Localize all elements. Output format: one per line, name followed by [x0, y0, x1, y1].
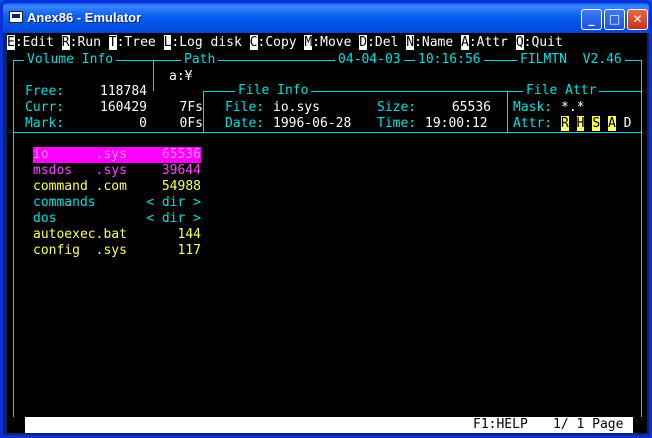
file-name: config .sys [33, 243, 127, 258]
emulator-window: Anex86 - Emulator _ □ ✕ E:Edit R:Run T:T… [0, 0, 652, 438]
panel-bottom-line [13, 132, 641, 133]
time-value: 19:00:12 [425, 116, 488, 131]
file-name: command .com [33, 179, 127, 194]
volume-info-title: Volume Info [24, 53, 117, 67]
status-bar: F1:HELP 1/ 1 Page [25, 417, 633, 433]
attr-flag-r[interactable]: R [561, 116, 569, 131]
menu-item-label[interactable]: :Run [70, 35, 109, 50]
file-row[interactable]: dos < dir > [33, 211, 201, 227]
mark-fs: 0Fs [179, 116, 203, 131]
menu-key-n[interactable]: N [406, 35, 415, 50]
menu-item-label[interactable]: :Del [367, 35, 406, 50]
help-hint: F1:HELP [473, 417, 528, 432]
menu-key-a[interactable]: A [461, 35, 469, 50]
minimize-button[interactable]: _ [581, 9, 602, 30]
file-name: autoexec.bat [33, 227, 127, 242]
list-left-line [13, 132, 14, 417]
file-attr-title: File Attr [523, 84, 600, 98]
file-row[interactable]: command .com 54988 [33, 179, 201, 195]
menu-key-c[interactable]: C [249, 35, 258, 50]
menu-key-d[interactable]: D [359, 35, 368, 50]
file-info-title: File Info [235, 84, 312, 98]
header-date: 04-04-03 [335, 53, 404, 67]
file-row[interactable]: autoexec.bat 144 [33, 227, 201, 243]
file-row[interactable]: config .sys 117 [33, 243, 201, 259]
size-label: Size: [377, 100, 417, 115]
date-value: 1996-06-28 [273, 116, 352, 131]
dos-screen[interactable]: E:Edit R:Run T:Tree L:Log disk C:Copy M:… [7, 33, 647, 433]
file-name: msdos .sys [33, 163, 127, 178]
path-divider [153, 60, 154, 91]
attr-flag-s[interactable]: S [592, 116, 601, 131]
file-size: < dir > [146, 195, 201, 210]
attr-flag-d[interactable]: D [624, 116, 632, 131]
window-title: Anex86 - Emulator [27, 10, 142, 25]
time-label: Time: [377, 116, 417, 131]
title-bar[interactable]: Anex86 - Emulator _ □ ✕ [3, 3, 649, 33]
maximize-button[interactable]: □ [604, 9, 625, 30]
curr-fs: 7Fs [179, 100, 203, 115]
info-divider-left [203, 91, 204, 132]
menu-item-label[interactable]: :Move [312, 35, 359, 50]
file-size: 39644 [161, 163, 201, 178]
menu-item-label[interactable]: :Log disk [171, 35, 249, 50]
info-divider-right [507, 91, 508, 132]
file-value: io.sys [273, 100, 320, 115]
app-version: FILMTN V2.46 [517, 53, 625, 67]
header-time: 10:16:56 [415, 53, 484, 67]
file-row[interactable]: commands < dir > [33, 195, 201, 211]
date-label: Date: [225, 116, 265, 131]
free-label: Free: [25, 84, 65, 99]
menu-item-label[interactable]: :Attr [469, 35, 516, 50]
file-name: dos [33, 211, 57, 226]
app-icon[interactable] [9, 11, 23, 23]
file-size: 65536 [161, 147, 201, 162]
mask-label: Mask: [513, 100, 553, 115]
curr-label: Curr: [25, 100, 65, 115]
menu-item-label[interactable]: :Tree [117, 35, 164, 50]
menu-key-q[interactable]: Q [515, 35, 524, 50]
menu-key-e[interactable]: E [7, 35, 15, 50]
file-size: 117 [177, 243, 201, 258]
attr-flags: R H S A D [561, 116, 631, 132]
attr-flag-a[interactable]: A [607, 116, 616, 131]
menu-key-r[interactable]: R [61, 35, 70, 50]
file-size: 54988 [161, 179, 201, 194]
file-row[interactable]: io .sys 65536 [33, 147, 201, 163]
left-frame-line [13, 60, 14, 132]
menu-item-label[interactable]: :Name [414, 35, 461, 50]
mask-value[interactable]: *.* [561, 100, 584, 116]
file-name: io .sys [33, 147, 127, 162]
menu-item-label[interactable]: :Copy [258, 35, 305, 50]
file-row[interactable]: msdos .sys 39644 [33, 163, 201, 179]
right-frame-line [641, 60, 642, 132]
page-indicator: 1/ 1 Page [553, 417, 624, 432]
menu-key-t[interactable]: T [108, 35, 117, 50]
mark-value: 0 [139, 116, 147, 131]
curr-value: 160429 [100, 100, 147, 115]
file-name: commands [33, 195, 96, 210]
menu-item-label[interactable]: :Quit [524, 35, 563, 50]
command-menu: E:Edit R:Run T:Tree L:Log disk C:Copy M:… [7, 35, 563, 51]
attr-label: Attr: [513, 116, 553, 131]
current-path[interactable]: a:¥ [169, 69, 192, 85]
list-right-line [641, 132, 642, 417]
file-size: 144 [177, 227, 201, 242]
free-value: 118784 [100, 84, 147, 99]
path-title: Path [181, 53, 219, 67]
close-button[interactable]: ✕ [627, 9, 648, 30]
mark-label: Mark: [25, 116, 65, 131]
menu-item-label[interactable]: :Edit [15, 35, 62, 50]
file-size: < dir > [146, 211, 201, 226]
size-value: 65536 [451, 100, 491, 115]
file-label: File: [225, 100, 265, 115]
